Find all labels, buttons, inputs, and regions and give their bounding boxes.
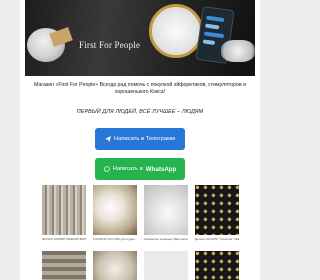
product-image[interactable]: [195, 185, 239, 235]
tagline: ПЕРВЫЙ ДЛЯ ЛЮДЕЙ, ВСЁ ЛУЧШЕЕ – ЛЮДЯМ: [76, 109, 204, 115]
hero-brand-title: First For People: [79, 40, 141, 50]
product-caption[interactable]: 1(COB-00 sho) 200 gr/штудия · Мешков 1-2…: [93, 237, 137, 241]
product-card[interactable]: 1(COB-00 sho) 200 gr/штудия · Мешков 1-2…: [93, 185, 137, 241]
product-image[interactable]: [195, 251, 239, 280]
product-caption[interactable]: Дешев 300 ЕРИ "Гремлин" 1ЕЕ Мешков 0 1-2…: [195, 237, 239, 241]
product-caption[interactable]: Кокаинбез кокаины (1ЕЕ ка/шишка) · Мешко…: [144, 237, 188, 241]
hero-bowl-image: [149, 4, 203, 58]
whatsapp-icon: [103, 166, 110, 172]
product-image[interactable]: [42, 251, 86, 280]
whatsapp-button-brand: WhatsApp: [145, 165, 177, 173]
telegram-button-label: Написать в Телеграмм: [113, 136, 176, 142]
product-image[interactable]: [144, 251, 188, 280]
product-image[interactable]: [93, 185, 137, 235]
product-card[interactable]: Кокаинбез кокаины (1ЕЕ ка/шишка) · Мешко…: [144, 185, 188, 241]
product-card[interactable]: Дешев 300 ЕРИ "Гремлин" 1ЕЕ Мешков 0 1-2…: [195, 185, 239, 241]
whatsapp-button[interactable]: Написать в WhatsApp: [95, 158, 185, 180]
hero-banner: First For People: [25, 0, 255, 76]
product-image[interactable]: [42, 185, 86, 235]
intro-text: Магазин «First For People» Всегда рад по…: [34, 82, 246, 95]
product-image[interactable]: [144, 185, 188, 235]
telegram-button[interactable]: Написать в Телеграмм: [95, 128, 185, 150]
whatsapp-button-prefix: Написать в: [112, 166, 143, 172]
product-grid: ФИНАЛ ОЛИМП РЕДКОЙ ВИНИЛ 1 (05 gr/шт) 1(…: [40, 185, 240, 280]
hero-powder-image: [221, 40, 255, 62]
page-content: First For People Магазин «First For Peop…: [20, 0, 260, 280]
product-image[interactable]: [93, 251, 137, 280]
product-card[interactable]: ФИНАЛ ОЛИМП РЕДКОЙ ВИНИЛ 1 (05 gr/шт): [42, 185, 86, 241]
paper-plane-icon: [104, 136, 111, 142]
product-caption[interactable]: ФИНАЛ ОЛИМП РЕДКОЙ ВИНИЛ 1 (05 gr/шт): [42, 237, 86, 241]
